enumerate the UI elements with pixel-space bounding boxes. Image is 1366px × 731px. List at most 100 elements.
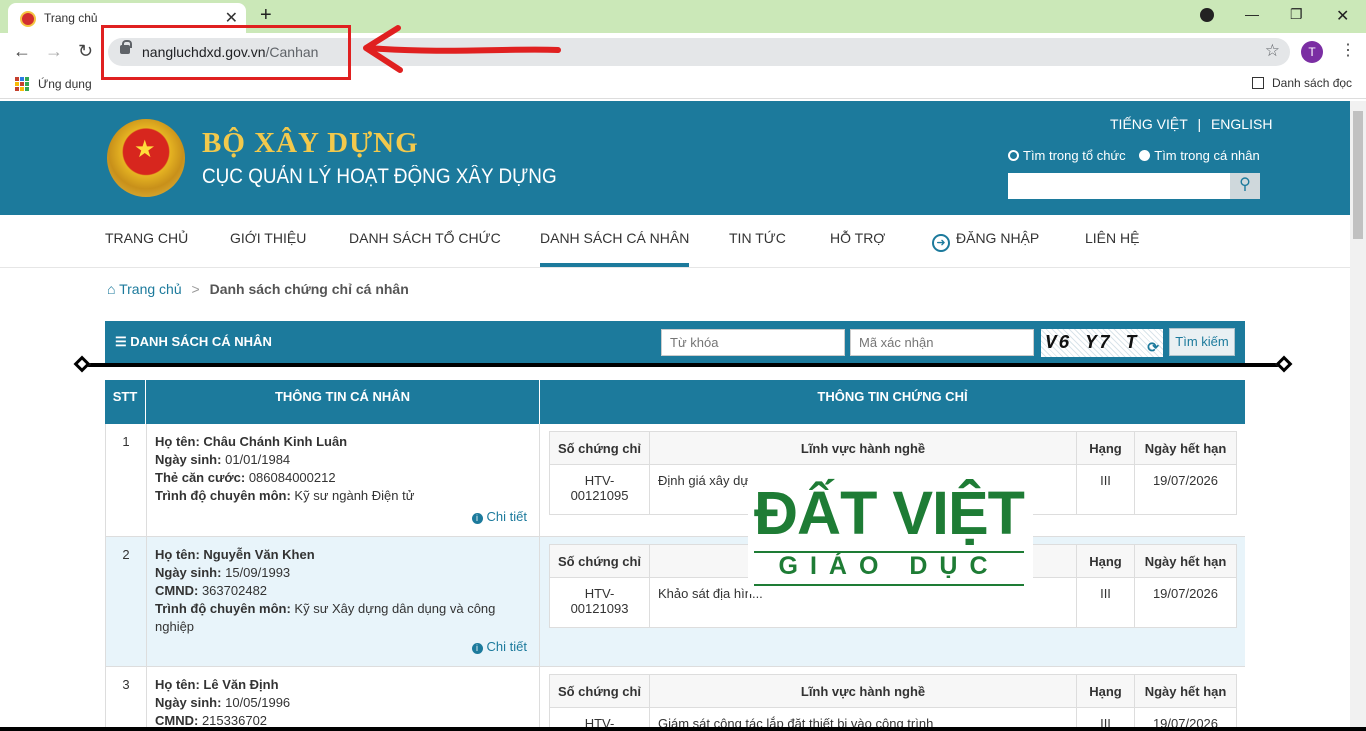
browser-menu-icon[interactable]: ⋮ bbox=[1340, 40, 1356, 60]
national-emblem-logo bbox=[107, 119, 185, 197]
back-icon[interactable]: ← bbox=[13, 41, 31, 62]
reading-list-icon bbox=[1252, 77, 1264, 89]
language-switch: TIẾNG VIỆT | ENGLISH bbox=[1110, 116, 1272, 132]
url-highlight-box bbox=[101, 25, 351, 80]
apps-grid-icon[interactable] bbox=[15, 77, 29, 91]
info-icon: i bbox=[471, 643, 483, 654]
person-id: 215336702 bbox=[201, 713, 268, 728]
lang-english-link[interactable]: ENGLISH bbox=[1211, 116, 1272, 132]
cert-number: HTV-00121095 bbox=[549, 464, 650, 515]
breadcrumb-home[interactable]: ⌂ Trang chủ bbox=[107, 281, 182, 297]
brand-title: BỘ XÂY DỰNG bbox=[202, 127, 419, 159]
person-name: Lê Văn Định bbox=[203, 677, 279, 692]
person-info: Họ tên: Nguyễn Văn Khen Ngày sinh: 15/09… bbox=[147, 537, 540, 666]
info-icon: i bbox=[471, 513, 483, 524]
detail-link[interactable]: i Chi tiết bbox=[471, 638, 527, 656]
detail-link[interactable]: i Chi tiết bbox=[471, 508, 527, 526]
main-menu: TRANG CHỦ GIỚI THIỆU DANH SÁCH TỔ CHỨC D… bbox=[0, 215, 1350, 268]
close-window-icon[interactable]: ✕ bbox=[1336, 6, 1349, 26]
menu-item-support[interactable]: HỖ TRỢ bbox=[830, 230, 885, 267]
person-dob: 10/05/1996 bbox=[225, 695, 291, 710]
menu-item-home[interactable]: TRANG CHỦ bbox=[105, 230, 188, 267]
refresh-captcha-icon[interactable]: ⟳ bbox=[1147, 335, 1161, 363]
person-level: Kỹ sư ngành Điện tử bbox=[294, 488, 415, 503]
cert-grade: III bbox=[1076, 577, 1135, 628]
menu-item-org-list[interactable]: DANH SÁCH TỔ CHỨC bbox=[349, 230, 501, 267]
restore-icon[interactable]: ❐ bbox=[1290, 6, 1303, 23]
table-row: 1 Họ tên: Châu Chánh Kinh Luân Ngày sinh… bbox=[105, 424, 1245, 537]
menu-item-about[interactable]: GIỚI THIỆU bbox=[230, 230, 306, 267]
cert-expiry: 19/07/2026 bbox=[1134, 577, 1237, 628]
watermark-rule bbox=[754, 584, 1024, 586]
search-button[interactable]: Tìm kiếm bbox=[1169, 328, 1235, 356]
watermark-line1: ĐẤT VIỆT bbox=[754, 479, 1025, 547]
radio-person-icon[interactable] bbox=[1139, 150, 1151, 161]
cert-number: HTV-00121093 bbox=[549, 577, 650, 628]
keyword-input[interactable] bbox=[661, 329, 845, 356]
table-header: STT THÔNG TIN CÁ NHÂN THÔNG TIN CHỨNG CH… bbox=[105, 380, 1245, 424]
annotation-line bbox=[80, 363, 1286, 367]
row-stt: 3 bbox=[106, 667, 147, 731]
home-icon: ⌂ bbox=[107, 281, 116, 297]
menu-item-login[interactable]: ➜ ĐĂNG NHẬP bbox=[932, 230, 1039, 267]
cert-table: Số chứng chỉLĩnh vực hành nghềHạngNgày h… bbox=[549, 674, 1237, 731]
menu-item-contact[interactable]: LIÊN HỆ bbox=[1085, 230, 1139, 267]
annotation-arrow-icon bbox=[363, 25, 561, 73]
new-tab-icon[interactable]: + bbox=[260, 4, 272, 27]
menu-item-person-list[interactable]: DANH SÁCH CÁ NHÂN bbox=[540, 230, 690, 267]
reading-list-button[interactable]: Danh sách đọc bbox=[1252, 76, 1352, 90]
minimize-icon[interactable]: — bbox=[1245, 6, 1259, 22]
line-end-right-icon bbox=[1275, 355, 1293, 373]
lang-separator: | bbox=[1197, 116, 1202, 132]
person-dob: 01/01/1984 bbox=[225, 452, 291, 467]
page-scrollbar[interactable] bbox=[1350, 101, 1366, 731]
bookmark-star-icon[interactable]: ☆ bbox=[1265, 41, 1280, 61]
captcha-text: V6 Y7 T bbox=[1045, 332, 1139, 354]
apps-bookmark[interactable]: Ứng dụng bbox=[38, 77, 92, 91]
table-row: 3 Họ tên: Lê Văn Định Ngày sinh: 10/05/1… bbox=[105, 667, 1245, 731]
captcha-input[interactable] bbox=[850, 329, 1034, 356]
row-stt: 1 bbox=[106, 424, 147, 536]
login-icon: ➜ bbox=[932, 234, 950, 252]
search-icon[interactable]: ⚲ bbox=[1230, 173, 1260, 199]
panel-title: ☰ DANH SÁCH CÁ NHÂN bbox=[115, 334, 272, 349]
site-header: BỘ XÂY DỰNG CỤC QUẢN LÝ HOẠT ĐỘNG XÂY DỰ… bbox=[0, 101, 1350, 215]
col-cert-info: THÔNG TIN CHỨNG CHỈ bbox=[817, 389, 968, 404]
row-stt: 2 bbox=[106, 537, 147, 666]
person-dob: 15/09/1993 bbox=[225, 565, 291, 580]
captcha-image: V6 Y7 T ⟳ bbox=[1041, 329, 1163, 357]
watermark-line2: GIÁO DỤC bbox=[778, 552, 1000, 580]
breadcrumb: ⌂ Trang chủ > Danh sách chứng chỉ cá nhâ… bbox=[107, 281, 409, 297]
person-name: Nguyễn Văn Khen bbox=[203, 547, 315, 562]
avatar[interactable]: T bbox=[1301, 41, 1323, 63]
annotation-bottom-line bbox=[0, 727, 1366, 731]
col-personal-info: THÔNG TIN CÁ NHÂN bbox=[146, 380, 540, 424]
reload-icon[interactable]: ↻ bbox=[78, 41, 93, 62]
col-stt: STT bbox=[105, 380, 146, 424]
person-info: Họ tên: Lê Văn Định Ngày sinh: 10/05/199… bbox=[147, 667, 540, 731]
radio-org[interactable]: Tìm trong tổ chức bbox=[1008, 148, 1126, 163]
scrollbar-thumb[interactable] bbox=[1353, 111, 1363, 239]
cert-expiry: 19/07/2026 bbox=[1134, 464, 1237, 515]
search-scope: Tìm trong tổ chức Tìm trong cá nhân bbox=[1008, 148, 1260, 163]
brand-subtitle: CỤC QUẢN LÝ HOẠT ĐỘNG XÂY DỰNG bbox=[202, 165, 557, 188]
person-info: Họ tên: Châu Chánh Kinh Luân Ngày sinh: … bbox=[147, 424, 540, 536]
watermark-logo: ĐẤT VIỆT GIÁO DỤC bbox=[748, 478, 1033, 594]
forward-icon[interactable]: → bbox=[45, 41, 63, 62]
tab-title: Trang chủ bbox=[44, 11, 98, 25]
site-search-input[interactable] bbox=[1008, 173, 1230, 199]
cert-grade: III bbox=[1076, 464, 1135, 515]
list-panel-header: ☰ DANH SÁCH CÁ NHÂN V6 Y7 T⟳ Tìm kiếm bbox=[105, 321, 1245, 363]
table-row: 2 Họ tên: Nguyễn Văn Khen Ngày sinh: 15/… bbox=[105, 537, 1245, 667]
profile-menu-icon[interactable] bbox=[1200, 8, 1214, 22]
menu-lines-icon: ☰ bbox=[115, 334, 127, 349]
radio-person[interactable]: Tìm trong cá nhân bbox=[1139, 148, 1260, 163]
line-end-left-icon bbox=[73, 355, 91, 373]
person-id: 363702482 bbox=[201, 583, 268, 598]
radio-org-icon[interactable] bbox=[1008, 150, 1019, 161]
menu-item-news[interactable]: TIN TỨC bbox=[729, 230, 786, 267]
lang-vietnamese-link[interactable]: TIẾNG VIỆT bbox=[1110, 116, 1188, 132]
breadcrumb-current: Danh sách chứng chỉ cá nhân bbox=[209, 281, 409, 297]
breadcrumb-separator: > bbox=[191, 281, 200, 297]
person-id: 086084000212 bbox=[248, 470, 336, 485]
